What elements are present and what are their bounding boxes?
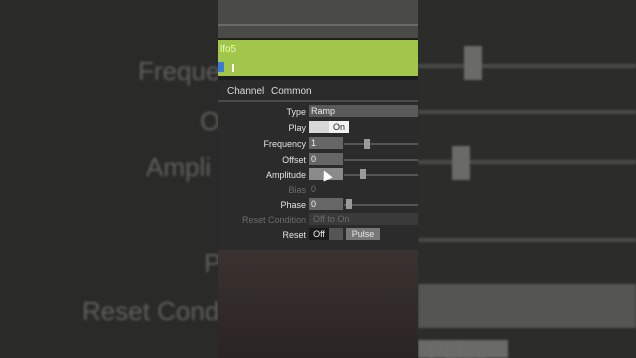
amplitude-slider-handle[interactable]	[360, 169, 366, 179]
reset-condition-menu: Off to On	[309, 213, 418, 225]
play-toggle[interactable]: On	[329, 121, 349, 133]
tab-divider	[218, 100, 418, 102]
bg-frequency-label: Freque	[138, 56, 218, 86]
offset-label: Offset	[282, 155, 306, 165]
title-bar-divider	[218, 24, 418, 26]
component-icon	[218, 62, 224, 72]
phase-label: Phase	[280, 200, 306, 210]
phase-slider[interactable]	[344, 204, 418, 206]
tab-strip: Channel Common	[218, 82, 418, 100]
tab-channel[interactable]: Channel	[227, 86, 264, 97]
frequency-field[interactable]: 1	[309, 137, 343, 149]
text-cursor-icon	[232, 64, 234, 72]
component-header[interactable]: lfo5	[218, 40, 418, 76]
frequency-slider[interactable]	[344, 143, 418, 145]
frequency-slider-handle[interactable]	[364, 139, 370, 149]
bg-offset-label: O	[200, 106, 218, 136]
offset-slider[interactable]	[344, 159, 418, 161]
phase-slider-handle[interactable]	[346, 199, 352, 209]
play-toggle-off-side[interactable]	[309, 121, 329, 133]
bg-field-1	[418, 284, 636, 328]
bg-phase-label: P	[204, 248, 218, 278]
desk-surface	[218, 250, 418, 358]
type-label: Type	[286, 107, 306, 117]
bg-pulse-label: Pulse	[428, 338, 489, 358]
amplitude-slider[interactable]	[344, 174, 418, 176]
bg-slider-1	[418, 64, 636, 68]
reset-toggle[interactable]: Off	[309, 228, 329, 240]
background-right-blur: Pulse	[418, 0, 636, 358]
frequency-label: Frequency	[263, 139, 306, 149]
amplitude-label: Amplitude	[265, 170, 306, 180]
bg-knob-1	[464, 46, 482, 80]
bg-amplitude-label: Ampli	[146, 152, 212, 182]
title-bar	[218, 0, 418, 38]
background-left-blur: Freque O Ampli P Reset Cond	[0, 0, 218, 358]
bias-label: Bias	[288, 185, 306, 195]
tab-common[interactable]: Common	[271, 86, 312, 97]
pulse-button[interactable]: Pulse	[346, 228, 380, 240]
phase-field[interactable]: 0	[309, 198, 343, 210]
bias-field: 0	[311, 184, 317, 194]
screen-photo: lfo5 Channel Common Type Ramp Play On Fr…	[218, 0, 418, 358]
play-label: Play	[288, 123, 306, 133]
bg-knob-2	[452, 146, 470, 180]
reset-condition-label: Reset Condition	[241, 215, 306, 225]
type-menu[interactable]: Ramp	[309, 105, 418, 117]
bg-slider-4	[418, 238, 636, 242]
reset-toggle-on-side[interactable]	[329, 228, 343, 240]
bg-reset-condition-label: Reset Cond	[82, 296, 218, 326]
bg-slider-2	[418, 110, 636, 114]
offset-field[interactable]: 0	[309, 153, 343, 165]
reset-label: Reset	[282, 230, 306, 240]
component-name: lfo5	[220, 44, 237, 55]
bg-slider-3	[418, 160, 636, 164]
